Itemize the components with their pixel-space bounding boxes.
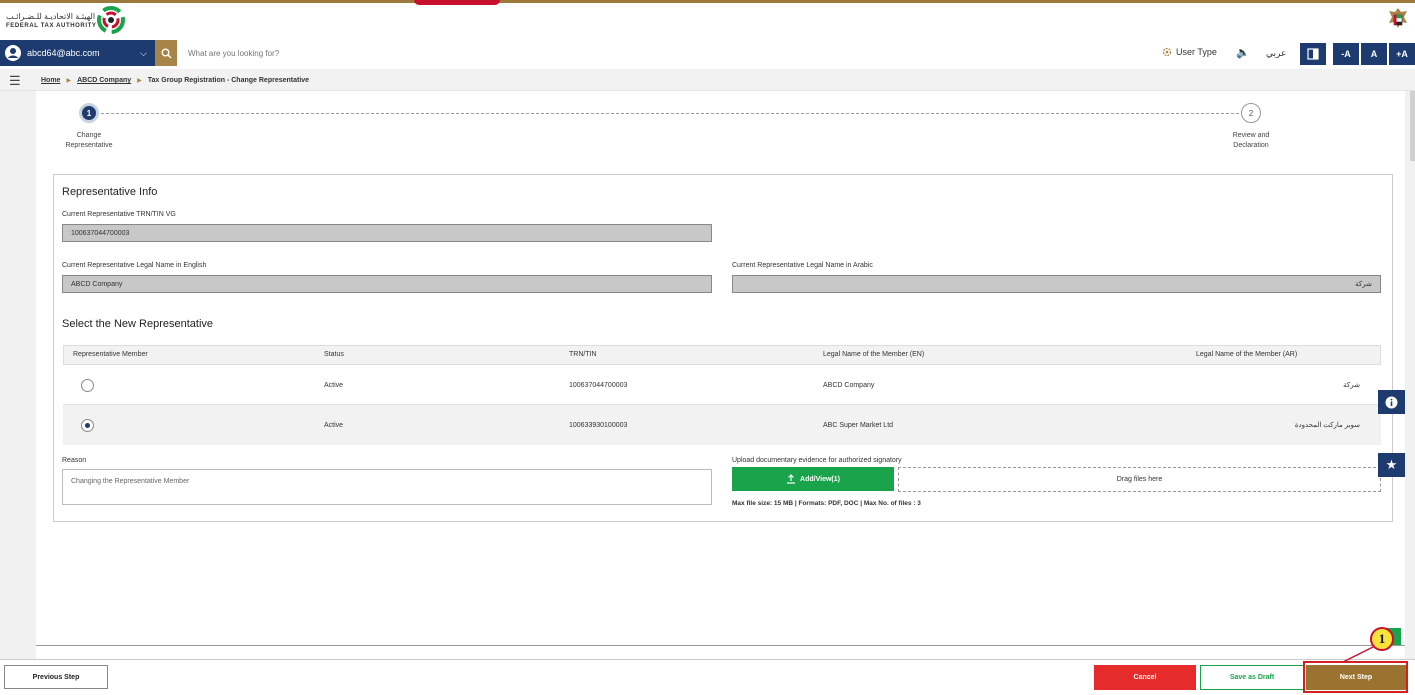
new-representative-heading: Select the New Representative	[62, 318, 214, 330]
file-dropzone[interactable]: Drag files here	[898, 467, 1381, 492]
members-table-header	[63, 345, 1381, 365]
column-header-name-en: Legal Name of the Member (EN)	[823, 351, 925, 358]
gear-icon	[1162, 47, 1172, 57]
legal-name-en-label: Current Representative Legal Name in Eng…	[62, 262, 207, 269]
table-row[interactable]	[63, 405, 1381, 445]
representative-info-heading: Representative Info	[62, 186, 158, 198]
table-row[interactable]	[63, 365, 1381, 405]
hamburger-menu-icon[interactable]: ☰	[9, 73, 21, 89]
row-1-name-ar: شركة	[1343, 382, 1360, 389]
language-toggle[interactable]: عربي	[1266, 48, 1286, 59]
breadcrumb: Home ▶ ABCD Company ▶ Tax Group Registra…	[41, 77, 309, 84]
font-decrease-button[interactable]: -A	[1333, 43, 1359, 65]
member-radio-2[interactable]	[81, 419, 94, 432]
right-gutter	[1405, 91, 1415, 659]
highlight-box	[1303, 661, 1408, 693]
reason-textarea[interactable]: Changing the Representative Member	[62, 469, 712, 505]
step-1-label-line1: Change	[76, 132, 102, 139]
app-window: الهيئـة الاتحاديـة للـضـرائـب FEDERAL TA…	[0, 0, 1415, 695]
contrast-toggle-button[interactable]	[1300, 43, 1326, 65]
font-increase-button[interactable]: +A	[1389, 43, 1415, 65]
row-2-name-ar: سوبر ماركت المحدودة	[1294, 422, 1360, 429]
info-icon	[1385, 396, 1398, 408]
legal-name-ar-label: Current Representative Legal Name in Ara…	[732, 262, 873, 269]
row-2-trn: 100633930100003	[569, 422, 628, 429]
search-button[interactable]	[155, 40, 177, 66]
previous-step-button[interactable]: Previous Step	[4, 665, 108, 689]
step-2-label-line1: Review and	[1232, 132, 1270, 139]
current-trn-field: 100637044700003	[62, 224, 712, 242]
upload-icon	[787, 474, 796, 484]
legal-name-ar-field: شركة	[732, 275, 1381, 293]
search-icon	[161, 48, 172, 59]
row-1-status: Active	[324, 382, 344, 389]
breadcrumb-arrow-icon: ▶	[66, 78, 72, 84]
user-type-selector[interactable]: User Type	[1162, 47, 1217, 57]
user-account-dropdown[interactable]: abcd64@abc.com ⌵	[0, 40, 155, 66]
top-header	[0, 0, 1415, 40]
row-2-name-en: ABC Super Market Ltd	[823, 422, 894, 429]
left-gutter	[0, 91, 36, 659]
search-input[interactable]	[180, 40, 780, 66]
row-2-status: Active	[324, 422, 344, 429]
breadcrumb-current: Tax Group Registration - Change Represen…	[147, 77, 310, 84]
breadcrumb-arrow-icon: ▶	[137, 78, 142, 84]
row-1-trn: 100637044700003	[569, 382, 628, 389]
row-1-name-en: ABCD Company	[823, 382, 875, 389]
speaker-icon[interactable]: 🔈	[1236, 46, 1250, 59]
breadcrumb-home-link[interactable]: Home	[41, 77, 60, 84]
member-radio-1[interactable]	[81, 379, 94, 392]
save-as-draft-button[interactable]: Save as Draft	[1200, 665, 1304, 690]
column-header-name-ar: Legal Name of the Member (AR)	[1196, 351, 1298, 358]
contrast-icon	[1307, 48, 1319, 60]
legal-name-en-field: ABCD Company	[62, 275, 712, 293]
info-button[interactable]	[1378, 390, 1405, 414]
fta-logo-icon[interactable]	[96, 5, 126, 35]
user-email: abcd64@abc.com	[27, 48, 100, 58]
step-callout-badge: 1	[1370, 627, 1394, 651]
add-view-files-button[interactable]: Add/View(1)	[732, 467, 894, 491]
uae-emblem-icon	[1389, 8, 1407, 28]
add-view-label: Add/View(1)	[800, 475, 840, 483]
upload-label: Upload documentary evidence for authoriz…	[732, 457, 902, 464]
brand-accent	[414, 0, 500, 5]
file-constraints-text: Max file size: 15 MB | Formats: PDF, DOC…	[732, 500, 921, 507]
breadcrumb-company-link[interactable]: ABCD Company	[77, 77, 131, 84]
step-2-indicator: 2	[1241, 103, 1261, 123]
column-header-trn: TRN/TIN	[569, 351, 597, 358]
favorite-star-icon[interactable]: ★	[1378, 453, 1405, 477]
column-header-member: Representative Member	[73, 351, 148, 358]
user-avatar-icon	[5, 45, 21, 61]
step-1-label: Change Representative	[58, 131, 120, 151]
user-type-label: User Type	[1176, 47, 1217, 57]
reason-label: Reason	[62, 457, 87, 464]
cancel-button[interactable]: Cancel	[1094, 665, 1196, 690]
column-header-status: Status	[324, 351, 344, 358]
stepper-connector	[101, 113, 1239, 114]
scrollbar-thumb[interactable]	[1410, 91, 1415, 161]
step-2-label: Review and Declaration	[1220, 131, 1282, 151]
content-divider	[36, 645, 1405, 646]
current-trn-label: Current Representative TRN/TIN VG	[62, 211, 176, 218]
step-2-label-line2: Declaration	[1233, 142, 1269, 149]
logo-text-arabic: الهيئـة الاتحاديـة للـضـرائـب	[6, 12, 96, 21]
step-1-label-line2: Representative	[65, 142, 113, 149]
chevron-down-icon: ⌵	[140, 47, 147, 58]
font-normal-button[interactable]: A	[1361, 43, 1387, 65]
logo-text-english: FEDERAL TAX AUTHORITY	[6, 23, 97, 29]
step-1-indicator: 1	[79, 103, 99, 123]
